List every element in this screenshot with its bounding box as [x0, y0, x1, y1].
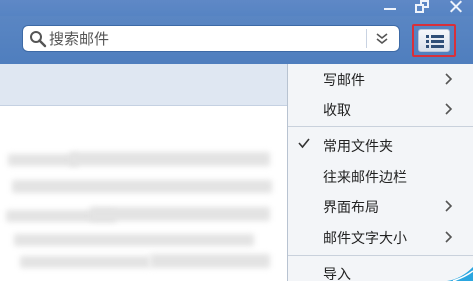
menu-separator — [288, 255, 473, 256]
menu-separator — [288, 126, 473, 127]
main-menu-button[interactable] — [412, 24, 456, 57]
menu-item-label: 常用文件夹 — [323, 139, 393, 155]
blurred-content — [14, 234, 254, 246]
menu-item-layout[interactable]: 界面布局 — [288, 191, 473, 221]
menu-item-correspondence-sidebar[interactable]: 往来邮件边栏 — [288, 161, 473, 191]
menu-item-text-size[interactable]: 邮件文字大小 — [288, 222, 473, 252]
main-dropdown-menu: 写邮件 收取 常用文件夹 往来邮件边栏 界面布局 邮件文字大小 导入 — [287, 64, 473, 281]
blurred-content — [12, 180, 272, 193]
search-box[interactable] — [22, 25, 400, 52]
title-bar — [0, 0, 473, 16]
toolbar — [0, 16, 473, 64]
menu-item-label: 邮件文字大小 — [323, 231, 407, 247]
check-icon — [298, 138, 310, 149]
chevron-right-icon — [445, 200, 453, 212]
menu-item-label: 界面布局 — [323, 200, 379, 216]
minimize-icon[interactable] — [383, 0, 397, 14]
menu-item-label: 收取 — [323, 103, 351, 119]
search-options-button[interactable] — [366, 29, 396, 48]
menu-item-compose[interactable]: 写邮件 — [288, 64, 473, 94]
blurred-content — [8, 154, 78, 166]
menu-item-label: 往来邮件边栏 — [323, 170, 407, 186]
chevron-right-icon — [445, 231, 453, 243]
menu-item-label: 导入 — [323, 267, 351, 281]
list-menu-icon — [426, 35, 444, 48]
window-controls — [363, 0, 473, 16]
restore-icon[interactable] — [415, 0, 431, 14]
search-icon — [29, 30, 47, 48]
close-icon[interactable] — [449, 0, 463, 14]
mail-list-header — [0, 64, 287, 106]
blurred-content — [70, 152, 270, 166]
chevron-right-icon — [445, 73, 453, 85]
blurred-content — [20, 256, 150, 268]
blurred-content — [150, 254, 270, 268]
blurred-content — [90, 207, 270, 221]
mail-list-panel — [0, 64, 287, 281]
menu-item-receive[interactable]: 收取 — [288, 94, 473, 124]
double-chevron-down-icon — [376, 33, 388, 45]
chevron-right-icon — [445, 103, 453, 115]
search-input[interactable] — [49, 27, 349, 50]
menu-item-common-folders[interactable]: 常用文件夹 — [288, 130, 473, 160]
decorative-corner — [447, 267, 473, 281]
menu-item-label: 写邮件 — [323, 73, 365, 89]
